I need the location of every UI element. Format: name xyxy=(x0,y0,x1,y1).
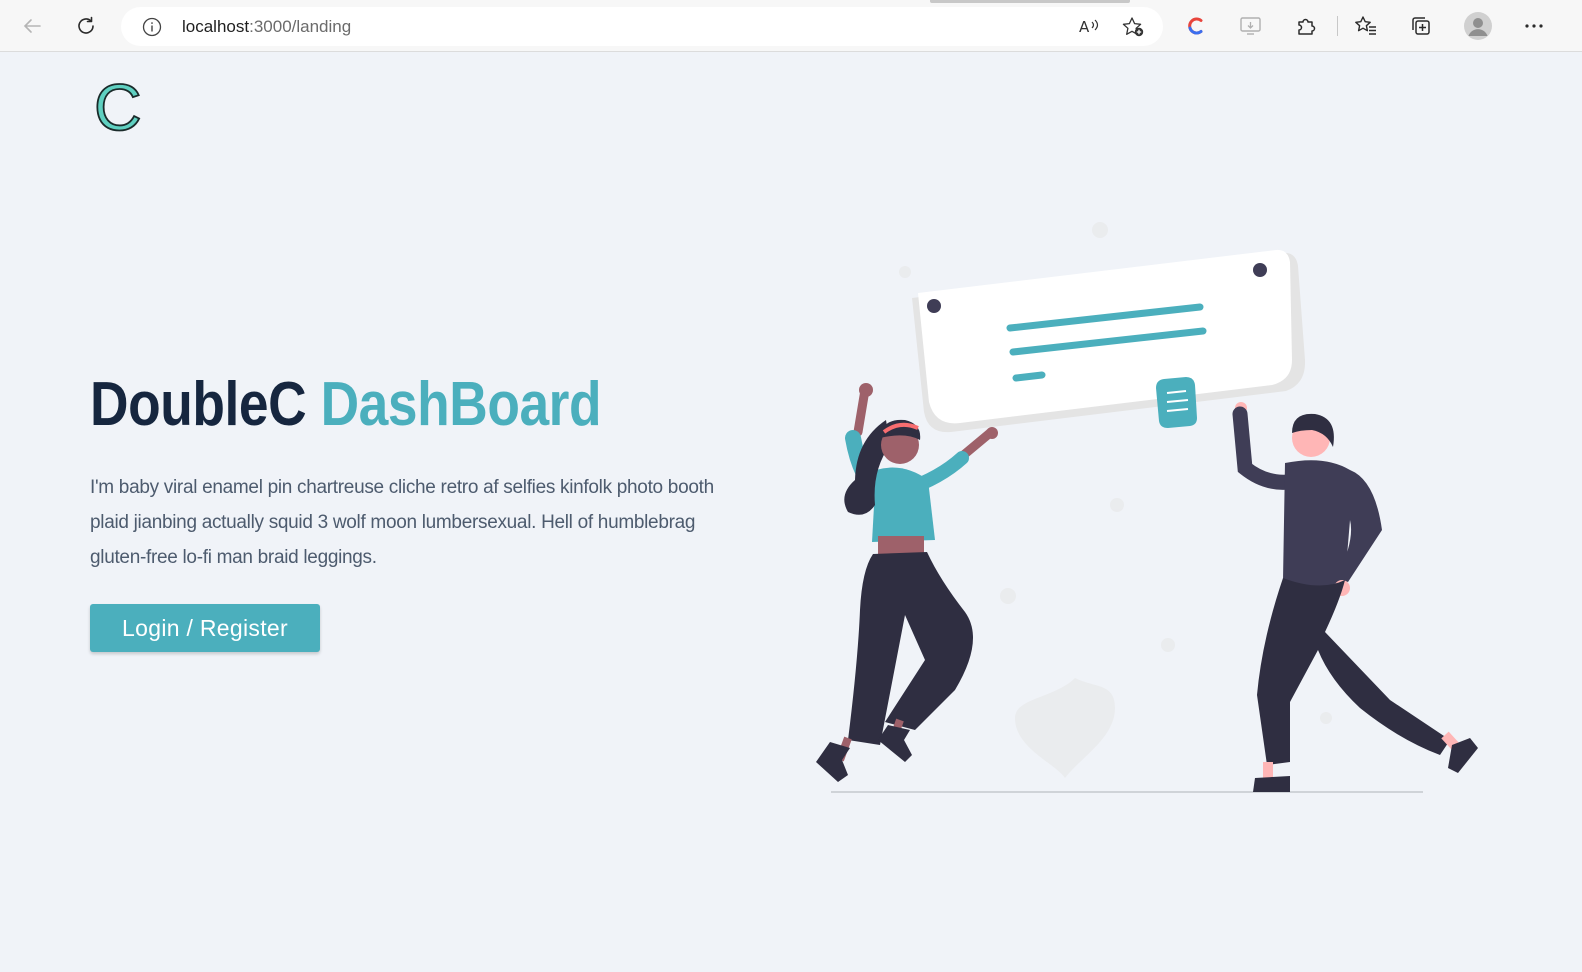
add-favorite-icon[interactable] xyxy=(1121,16,1145,38)
title-brand: DoubleC xyxy=(90,370,307,439)
toolbar-separator xyxy=(1337,16,1338,36)
brand-logo[interactable]: C xyxy=(93,69,142,145)
logo-letter: C xyxy=(94,76,142,136)
address-bar[interactable]: localhost:3000/landing A xyxy=(121,7,1163,46)
collections-icon[interactable] xyxy=(1407,12,1435,40)
tab-strip-edge xyxy=(930,0,1130,3)
hero-description: I'm baby viral enamel pin chartreuse cli… xyxy=(90,477,714,568)
reload-icon[interactable] xyxy=(72,12,100,40)
page-title: DoubleC DashBoard xyxy=(90,370,602,439)
c-extension-icon[interactable] xyxy=(1182,12,1210,40)
url-host: localhost xyxy=(182,17,250,36)
login-register-button[interactable]: Login / Register xyxy=(90,604,320,652)
url-text[interactable]: localhost:3000/landing xyxy=(182,16,351,37)
read-aloud-icon[interactable]: A xyxy=(1077,16,1101,38)
man-figure xyxy=(1232,402,1478,792)
cast-icon[interactable] xyxy=(1237,12,1265,40)
profile-avatar-icon[interactable] xyxy=(1462,10,1494,42)
svg-text:A: A xyxy=(1079,18,1090,36)
title-accent: DashBoard xyxy=(320,370,602,439)
info-icon[interactable] xyxy=(141,16,163,38)
more-menu-icon[interactable] xyxy=(1520,12,1548,40)
back-arrow-icon[interactable] xyxy=(18,12,46,40)
hero-illustration xyxy=(800,210,1500,810)
puzzle-icon[interactable] xyxy=(1292,12,1320,40)
favorites-icon[interactable] xyxy=(1352,12,1380,40)
woman-figure xyxy=(816,383,998,782)
url-path: :3000/landing xyxy=(249,17,352,36)
browser-toolbar: localhost:3000/landing A xyxy=(0,0,1582,52)
